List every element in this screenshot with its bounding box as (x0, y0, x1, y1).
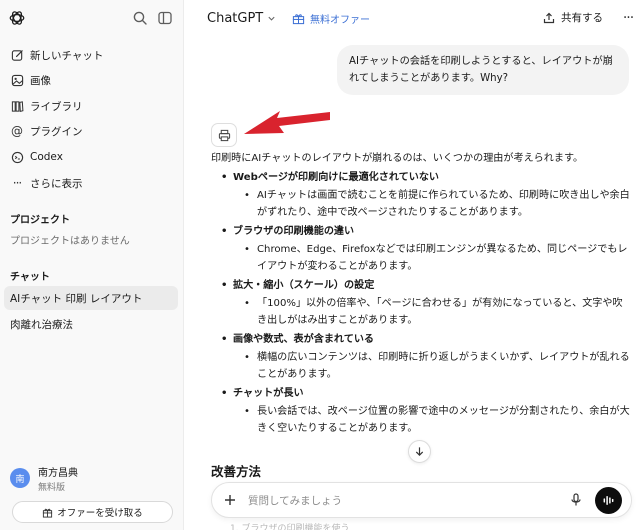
reason-title: ブラウザの印刷機能の違い (211, 223, 631, 240)
at-icon: @ (11, 124, 23, 138)
reason-title: チャットが長い (211, 385, 631, 402)
user-plan: 無料版 (38, 482, 66, 493)
model-name: ChatGPT (207, 11, 264, 26)
sidebar-item-label: 新しいチャット (30, 49, 104, 62)
arrow-down-icon (415, 447, 424, 457)
library-icon (10, 99, 24, 113)
claim-offer-label: オファーを受け取る (57, 508, 143, 519)
more-options-icon[interactable]: ··· (619, 9, 637, 27)
user-info: 南方昌典 無料版 (38, 464, 78, 493)
dots-icon: ··· (12, 176, 22, 190)
reason-title: Webページが印刷向けに最適化されていない (211, 169, 631, 186)
reason-detail: AIチャットは画面で読むことを前提に作られているため、印刷時に吹き出しや余白がず… (211, 187, 631, 221)
chat-history-item[interactable]: AIチャット 印刷 レイアウト (4, 286, 178, 310)
reason-detail: 横幅の広いコンテンツは、印刷時に折り返しがうまくいかず、レイアウトが乱れることが… (211, 349, 631, 383)
composer (211, 482, 632, 518)
search-icon[interactable] (132, 10, 148, 26)
answer-intro: 印刷時にAIチャットのレイアウトが崩れるのは、いくつかの理由が考えられます。 (211, 153, 584, 164)
sidebar-item-codex[interactable]: Codex (4, 145, 178, 169)
user-message-bubble: AIチャットの会話を印刷しようとすると、レイアウトが崩れてしまうことがあります。… (337, 45, 629, 95)
claim-offer-button[interactable]: オファーを受け取る (12, 501, 173, 523)
top-bar: ChatGPT 無料オファー 共有する ··· (185, 0, 644, 36)
chat-history-item[interactable]: 肉離れ治療法 (4, 312, 178, 336)
cutoff-text: 1. ブラウザの印刷機能を使う (230, 524, 350, 530)
share-icon (543, 12, 555, 23)
sidebar-item-plugins[interactable]: @ プラグイン (4, 119, 178, 143)
reason-detail: 「100%」以外の倍率や、「ページに合わせる」が有効になっていると、文字や吹き出… (211, 295, 631, 329)
waveform-icon (603, 496, 614, 505)
share-label: 共有する (561, 12, 603, 24)
image-icon (10, 73, 24, 87)
openai-logo-icon[interactable] (8, 9, 26, 27)
user-name: 南方昌典 (38, 467, 78, 479)
projects-heading: プロジェクト (10, 215, 70, 226)
sidebar-item-label: ライブラリ (30, 100, 83, 113)
reason-detail: 長い会話では、改ページ位置の影響で途中のメッセージが分割されたり、余白が大きく空… (211, 403, 631, 437)
chat-history-label: 肉離れ治療法 (10, 318, 73, 331)
printer-icon (218, 129, 230, 141)
gift-icon (43, 508, 53, 518)
reason-title: 拡大・縮小（スケール）の設定 (211, 277, 631, 294)
sidebar-top (0, 0, 183, 36)
codex-icon (10, 150, 24, 164)
section-heading: 改善方法 (211, 464, 262, 479)
sidebar-item-more[interactable]: ··· さらに表示 (4, 171, 178, 195)
edit-icon (10, 48, 24, 62)
user-profile[interactable]: 南 南方昌典 無料版 (6, 463, 178, 493)
voice-mode-button[interactable] (595, 487, 622, 514)
sidebar-item-library[interactable]: ライブラリ (4, 94, 178, 118)
sidebar-item-label: プラグイン (30, 125, 83, 138)
scroll-down-button[interactable] (408, 440, 431, 463)
sidebar-item-new-chat[interactable]: 新しいチャット (4, 43, 178, 67)
reason-title: 画像や数式、表が含まれている (211, 331, 631, 348)
chevron-down-icon (268, 16, 275, 21)
sidebar: 新しいチャット 画像 ライブラリ @ プラグイン Codex ··· さらに表示… (0, 0, 184, 530)
assistant-answer: 印刷時にAIチャットのレイアウトが崩れるのは、いくつかの理由が考えられます。 W… (211, 150, 631, 437)
chat-history-label: AIチャット 印刷 レイアウト (10, 292, 143, 305)
sidebar-item-label: さらに表示 (30, 177, 83, 190)
free-offer-link[interactable]: 無料オファー (292, 11, 370, 26)
sidebar-item-label: 画像 (30, 74, 51, 87)
microphone-icon[interactable] (568, 492, 584, 508)
sidebar-item-images[interactable]: 画像 (4, 68, 178, 92)
avatar: 南 (10, 468, 30, 488)
share-button[interactable]: 共有する (543, 10, 603, 25)
sidebar-toggle-icon[interactable] (157, 10, 173, 26)
model-selector[interactable]: ChatGPT (207, 11, 276, 26)
projects-empty-text: プロジェクトはありません (10, 236, 130, 247)
free-offer-label: 無料オファー (310, 15, 370, 26)
prompt-input[interactable] (248, 492, 548, 509)
chats-heading: チャット (10, 272, 50, 283)
gift-icon (292, 14, 305, 25)
plus-icon[interactable] (222, 492, 238, 508)
reason-detail: Chrome、Edge、Firefoxなどでは印刷エンジンが異なるため、同じペー… (211, 241, 631, 275)
sidebar-item-label: Codex (30, 151, 63, 163)
print-button[interactable] (211, 123, 237, 147)
